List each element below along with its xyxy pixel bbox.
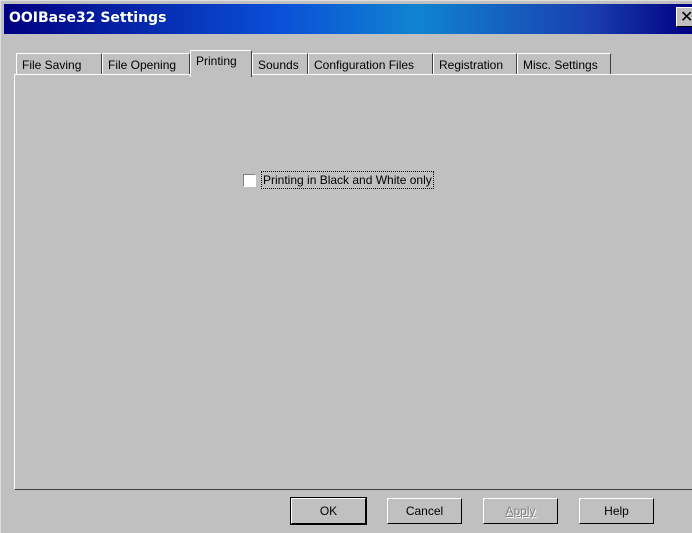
bw-only-checkbox[interactable]	[243, 174, 256, 187]
tab-misc-settings[interactable]: Misc. Settings	[517, 53, 611, 75]
bw-only-label[interactable]: Printing in Black and White only	[261, 171, 434, 189]
apply-button-label: Apply	[505, 504, 536, 518]
title-bar[interactable]: OOIBase32 Settings	[4, 4, 692, 34]
cancel-button[interactable]: Cancel	[387, 498, 462, 524]
printing-tab-panel: Printing in Black and White only	[14, 74, 692, 490]
tab-printing[interactable]: Printing	[190, 50, 252, 77]
settings-dialog: OOIBase32 Settings ✕ File Saving File Op…	[0, 0, 692, 533]
apply-button[interactable]: Apply	[483, 498, 558, 524]
close-button[interactable]: ✕	[676, 7, 692, 27]
help-button[interactable]: Help	[579, 498, 654, 524]
ok-button[interactable]: OK	[290, 497, 367, 525]
close-icon: ✕	[680, 8, 692, 26]
tab-file-saving[interactable]: File Saving	[16, 53, 102, 75]
window-title: OOIBase32 Settings	[9, 10, 167, 26]
tab-registration[interactable]: Registration	[433, 53, 517, 75]
tab-sounds[interactable]: Sounds	[252, 53, 308, 75]
tab-configuration-files[interactable]: Configuration Files	[308, 53, 433, 75]
tab-file-opening[interactable]: File Opening	[102, 53, 190, 75]
